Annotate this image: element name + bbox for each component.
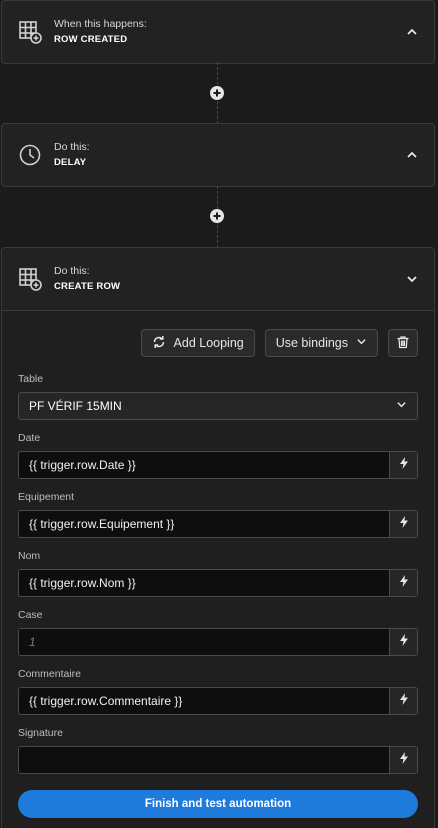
step-card-create-row: Do this: CREATE ROW Add Looping Use bind…	[1, 247, 435, 828]
date-input[interactable]: {{ trigger.row.Date }}	[19, 452, 389, 478]
lightning-icon	[399, 692, 409, 710]
equipement-input[interactable]: {{ trigger.row.Equipement }}	[19, 511, 389, 537]
field-commentaire: Commentaire {{ trigger.row.Commentaire }…	[18, 668, 418, 715]
nom-input-group: {{ trigger.row.Nom }}	[18, 569, 418, 597]
add-step-icon[interactable]	[210, 86, 224, 100]
field-nom: Nom {{ trigger.row.Nom }}	[18, 550, 418, 597]
binding-button[interactable]	[389, 688, 417, 714]
table-add-icon	[18, 267, 42, 291]
step-card-trigger: When this happens: ROW CREATED	[1, 0, 435, 64]
equipement-input-group: {{ trigger.row.Equipement }}	[18, 510, 418, 538]
clock-icon	[18, 143, 42, 167]
step-card-delay: Do this: DELAY	[1, 123, 435, 187]
lightning-icon	[399, 633, 409, 651]
binding-button[interactable]	[389, 570, 417, 596]
use-bindings-dropdown[interactable]: Use bindings	[264, 329, 378, 357]
step-eyebrow: Do this:	[54, 140, 90, 153]
use-bindings-label: Use bindings	[275, 336, 348, 350]
field-label: Date	[18, 432, 41, 444]
nom-input[interactable]: {{ trigger.row.Nom }}	[19, 570, 389, 596]
step-header-delay[interactable]: Do this: DELAY	[2, 124, 434, 186]
case-input[interactable]: 1	[19, 629, 389, 655]
signature-input[interactable]	[19, 747, 389, 773]
table-select[interactable]: PF VÉRIF 15MIN	[18, 392, 418, 420]
field-label: Nom	[18, 550, 41, 562]
binding-button[interactable]	[389, 747, 417, 773]
chevron-up-icon[interactable]	[404, 147, 420, 163]
step-eyebrow: When this happens:	[54, 17, 147, 30]
step-header-create-row[interactable]: Do this: CREATE ROW	[2, 248, 434, 310]
lightning-icon	[399, 574, 409, 592]
add-looping-button[interactable]: Add Looping	[140, 329, 255, 357]
add-step-icon[interactable]	[210, 209, 224, 223]
chevron-down-icon	[396, 399, 407, 413]
delete-step-button[interactable]	[388, 329, 418, 357]
binding-button[interactable]	[389, 511, 417, 537]
chevron-down-icon	[356, 336, 367, 350]
step-settings-panel: Add Looping Use bindings Table PF VÉRIF …	[2, 310, 434, 828]
step-title: DELAY	[54, 156, 87, 168]
add-looping-label: Add Looping	[173, 336, 244, 350]
commentaire-input[interactable]: {{ trigger.row.Commentaire }}	[19, 688, 389, 714]
field-equipement: Equipement {{ trigger.row.Equipement }}	[18, 491, 418, 538]
lightning-icon	[399, 456, 409, 474]
step-eyebrow: Do this:	[54, 264, 90, 277]
field-label: Equipement	[18, 491, 75, 503]
chevron-down-icon[interactable]	[404, 271, 420, 287]
table-label: Table	[18, 373, 44, 385]
field-date: Date {{ trigger.row.Date }}	[18, 432, 418, 479]
binding-button[interactable]	[389, 452, 417, 478]
table-field: Table PF VÉRIF 15MIN	[18, 373, 418, 420]
case-input-group: 1	[18, 628, 418, 656]
step-toolbar: Add Looping Use bindings	[18, 311, 418, 373]
signature-input-group	[18, 746, 418, 774]
step-header-trigger[interactable]: When this happens: ROW CREATED	[2, 1, 434, 63]
trash-icon	[396, 335, 410, 352]
table-add-icon	[18, 20, 42, 44]
binding-button[interactable]	[389, 629, 417, 655]
commentaire-input-group: {{ trigger.row.Commentaire }}	[18, 687, 418, 715]
field-case: Case 1	[18, 609, 418, 656]
lightning-icon	[399, 515, 409, 533]
field-label: Signature	[18, 727, 63, 739]
lightning-icon	[399, 751, 409, 769]
field-label: Case	[18, 609, 43, 621]
step-title: ROW CREATED	[54, 33, 128, 45]
loop-icon	[152, 335, 166, 352]
finish-and-test-button[interactable]: Finish and test automation	[18, 790, 418, 818]
table-select-value: PF VÉRIF 15MIN	[29, 399, 122, 413]
date-input-group: {{ trigger.row.Date }}	[18, 451, 418, 479]
field-label: Commentaire	[18, 668, 82, 680]
field-signature: Signature	[18, 727, 418, 774]
step-title: CREATE ROW	[54, 280, 121, 292]
chevron-up-icon[interactable]	[404, 24, 420, 40]
